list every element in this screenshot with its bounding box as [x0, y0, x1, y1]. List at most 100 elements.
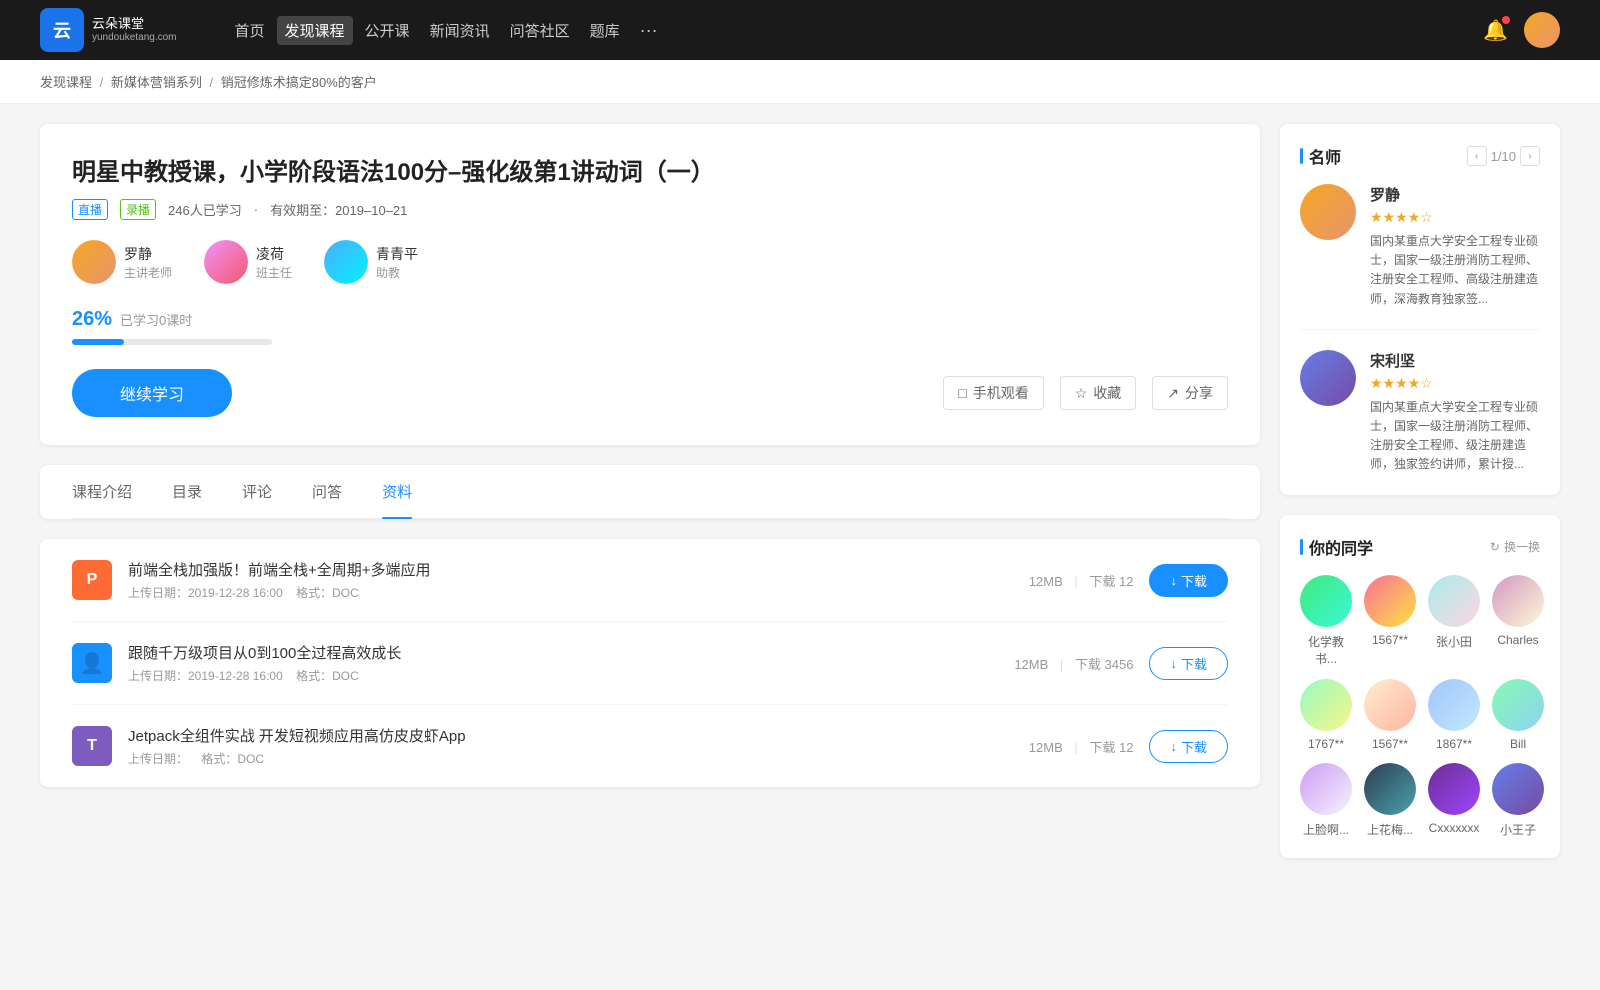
teacher-3-name: 青青平 — [376, 244, 418, 264]
classmates-title: 你的同学 — [1300, 535, 1373, 559]
continue-button[interactable]: 继续学习 — [72, 369, 232, 417]
classmate-2: 1567** — [1364, 575, 1416, 667]
nav-discover[interactable]: 发现课程 — [277, 16, 353, 45]
classmates-refresh-btn[interactable]: ↻ 换一换 — [1490, 538, 1540, 555]
logo-text: 云朵课堂 yundouketang.com — [92, 16, 177, 44]
teacher-1-info: 罗静 主讲老师 — [124, 244, 172, 281]
teacher-2-role: 班主任 — [256, 264, 292, 281]
resource-1-icon: P — [72, 560, 112, 600]
nav-quiz[interactable]: 题库 — [582, 16, 628, 45]
course-title: 明星中教授课，小学阶段语法100分–强化级第1讲动词（一） — [72, 152, 1228, 187]
resource-2-meta: 上传日期：2019-12-28 16:00 格式：DOC — [128, 667, 998, 684]
main-container: 明星中教授课，小学阶段语法100分–强化级第1讲动词（一） 直播 录播 246人… — [0, 104, 1600, 898]
progress-percent: 26% — [72, 308, 112, 331]
classmates-grid: 化学教书... 1567** 张小田 — [1300, 575, 1540, 838]
share-button[interactable]: ↗ 分享 — [1152, 376, 1228, 410]
progress-bar-fill — [72, 339, 124, 345]
user-avatar[interactable] — [1524, 12, 1560, 48]
classmate-9-avatar — [1300, 763, 1352, 815]
mobile-icon: □ — [958, 385, 966, 401]
resource-2-download-btn[interactable]: ↓ 下载 — [1149, 647, 1228, 680]
breadcrumb-series[interactable]: 新媒体营销系列 — [111, 75, 202, 90]
tab-resource[interactable]: 资料 — [382, 465, 412, 518]
collect-label: 收藏 — [1093, 383, 1121, 403]
nav-home[interactable]: 首页 — [227, 16, 273, 45]
classmate-8-avatar — [1492, 679, 1544, 731]
breadcrumb: 发现课程 / 新媒体营销系列 / 销冠修炼术搞定80%的客户 — [0, 60, 1600, 104]
tab-intro[interactable]: 课程介绍 — [72, 465, 132, 518]
famous-teacher-1-stars: ★★★★☆ — [1370, 209, 1540, 226]
tabs: 课程介绍 目录 评论 问答 资料 — [72, 465, 1228, 519]
famous-teachers-header: 名师 ‹ 1/10 › — [1300, 144, 1540, 168]
course-dot: · — [254, 202, 258, 217]
nav-more[interactable]: ··· — [632, 16, 666, 45]
mobile-watch-button[interactable]: □ 手机观看 — [943, 376, 1043, 410]
resource-1-meta: 上传日期：2019-12-28 16:00 格式：DOC — [128, 584, 1013, 601]
classmate-3-name: 张小田 — [1436, 633, 1472, 650]
classmate-2-name: 1567** — [1372, 633, 1408, 647]
classmate-7-avatar — [1428, 679, 1480, 731]
collect-button[interactable]: ☆ 收藏 — [1060, 376, 1137, 410]
resource-3-download-btn[interactable]: ↓ 下载 — [1149, 730, 1228, 763]
classmate-5-name: 1767** — [1308, 737, 1344, 751]
classmate-11: Cxxxxxxx — [1428, 763, 1480, 838]
classmate-4-name: Charles — [1497, 633, 1538, 647]
classmate-6-name: 1567** — [1372, 737, 1408, 751]
classmate-1-avatar — [1300, 575, 1352, 627]
famous-teacher-2-stars: ★★★★☆ — [1370, 375, 1540, 392]
classmate-12-name: 小王子 — [1500, 821, 1536, 838]
teacher-2-info: 凌荷 班主任 — [256, 244, 292, 281]
refresh-icon: ↻ — [1490, 540, 1500, 554]
progress-text: 已学习0课时 — [120, 310, 192, 329]
classmate-6-avatar — [1364, 679, 1416, 731]
share-icon: ↗ — [1167, 385, 1179, 402]
teachers-next-btn[interactable]: › — [1520, 146, 1540, 166]
classmate-4: Charles — [1492, 575, 1544, 667]
classmate-1-name: 化学教书... — [1300, 633, 1352, 667]
course-card: 明星中教授课，小学阶段语法100分–强化级第1讲动词（一） 直播 录播 246人… — [40, 124, 1260, 445]
classmate-9-name: 上脸啊... — [1303, 821, 1349, 838]
classmate-12-avatar — [1492, 763, 1544, 815]
teachers-row: 罗静 主讲老师 凌荷 班主任 — [72, 240, 1228, 284]
famous-teacher-2-name: 宋利坚 — [1370, 350, 1540, 371]
badge-live: 直播 — [72, 199, 108, 220]
teachers-prev-btn[interactable]: ‹ — [1467, 146, 1487, 166]
action-buttons: □ 手机观看 ☆ 收藏 ↗ 分享 — [943, 376, 1228, 410]
nav-qa[interactable]: 问答社区 — [502, 16, 578, 45]
tab-qa[interactable]: 问答 — [312, 465, 342, 518]
classmate-7: 1867** — [1428, 679, 1480, 751]
resource-3-icon: T — [72, 726, 112, 766]
famous-teacher-1-info: 罗静 ★★★★☆ 国内某重点大学安全工程专业硕士，国家一级注册消防工程师、注册安… — [1370, 184, 1540, 309]
teacher-3: 青青平 助教 — [324, 240, 418, 284]
breadcrumb-discover[interactable]: 发现课程 — [40, 75, 92, 90]
famous-teacher-2-avatar — [1300, 350, 1356, 406]
resource-list: P 前端全栈加强版！前端全栈+全周期+多端应用 上传日期：2019-12-28 … — [40, 539, 1260, 787]
tab-catalog[interactable]: 目录 — [172, 465, 202, 518]
classmate-7-name: 1867** — [1436, 737, 1472, 751]
classmate-2-avatar — [1364, 575, 1416, 627]
resource-item-3: T Jetpack全组件实战 开发短视频应用高仿皮皮虾App 上传日期： 格式：… — [72, 705, 1228, 787]
classmate-10: 上花梅... — [1364, 763, 1416, 838]
progress-label: 26% 已学习0课时 — [72, 308, 1228, 331]
famous-teacher-1-name: 罗静 — [1370, 184, 1540, 205]
breadcrumb-sep2: / — [210, 75, 217, 90]
nav-public[interactable]: 公开课 — [357, 16, 418, 45]
resource-3-info: Jetpack全组件实战 开发短视频应用高仿皮皮虾App 上传日期： 格式：DO… — [128, 725, 1013, 767]
classmate-5: 1767** — [1300, 679, 1352, 751]
classmate-3: 张小田 — [1428, 575, 1480, 667]
classmate-1: 化学教书... — [1300, 575, 1352, 667]
resource-2-name: 跟随千万级项目从0到100全过程高效成长 — [128, 642, 998, 663]
breadcrumb-current[interactable]: 销冠修炼术搞定80%的客户 — [221, 75, 377, 90]
bell-icon[interactable]: 🔔 — [1483, 18, 1508, 43]
resource-item-2: 👤 跟随千万级项目从0到100全过程高效成长 上传日期：2019-12-28 1… — [72, 622, 1228, 705]
download-icon-2: ↓ — [1170, 656, 1177, 671]
tab-review[interactable]: 评论 — [242, 465, 272, 518]
resource-1-download-btn[interactable]: ↓ 下载 — [1149, 564, 1228, 597]
refresh-label: 换一换 — [1504, 538, 1540, 555]
share-label: 分享 — [1185, 383, 1213, 403]
famous-teacher-2: 宋利坚 ★★★★☆ 国内某重点大学安全工程专业硕士，国家一级注册消防工程师、注册… — [1300, 350, 1540, 475]
nav-news[interactable]: 新闻资讯 — [422, 16, 498, 45]
header-right: 🔔 — [1483, 12, 1560, 48]
resource-2-icon: 👤 — [72, 643, 112, 683]
teacher-3-avatar — [324, 240, 368, 284]
